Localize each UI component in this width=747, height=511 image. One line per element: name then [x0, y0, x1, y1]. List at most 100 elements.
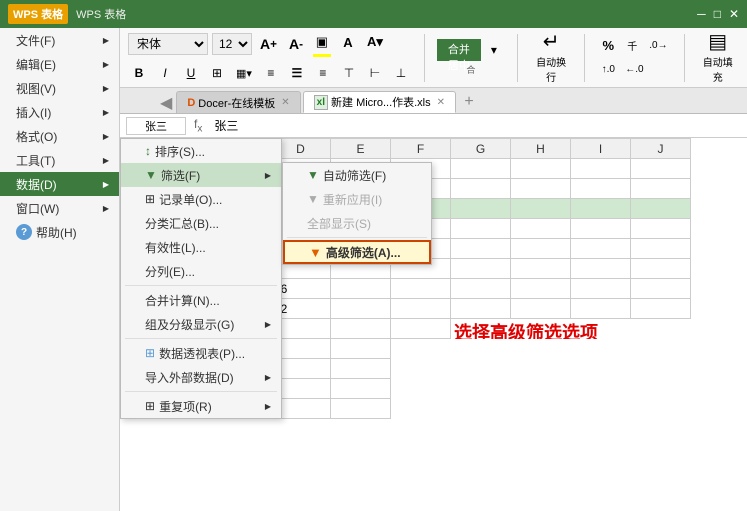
italic-button[interactable]: I	[154, 62, 176, 84]
grid-button[interactable]: ▦▾	[232, 62, 256, 84]
close-icon[interactable]: ✕	[729, 7, 739, 21]
menu-autofilter[interactable]: ▼ 自动筛选(F)	[283, 163, 431, 187]
cell-h2[interactable]	[511, 179, 571, 199]
percent-button[interactable]: %	[597, 35, 619, 57]
menu-format[interactable]: 格式(O) ▶	[0, 124, 119, 148]
col-header-g[interactable]: G	[451, 139, 511, 159]
menu-edit[interactable]: 编辑(E) ▶	[0, 52, 119, 76]
merge-center-button[interactable]: 合并居中	[437, 39, 481, 61]
menu-file[interactable]: 文件(F) ▶	[0, 28, 119, 52]
cell-g8[interactable]	[451, 239, 511, 259]
decrease-decimal-button[interactable]: ←.0	[621, 59, 647, 81]
cell-f10[interactable]	[391, 279, 451, 299]
cell-j9[interactable]	[631, 259, 691, 279]
cell-j11[interactable]	[631, 299, 691, 319]
col-header-f[interactable]: F	[391, 139, 451, 159]
thousands-button[interactable]: 千	[621, 35, 643, 57]
align-top-button[interactable]: ⊤	[338, 62, 360, 84]
cell-i9[interactable]	[571, 259, 631, 279]
auto-fill-button[interactable]: ▤ 自动填充	[696, 34, 739, 82]
cell-e10[interactable]	[331, 279, 391, 299]
tab-docer[interactable]: D Docer-在线模板 ✕	[176, 91, 300, 113]
cell-i11[interactable]	[571, 299, 631, 319]
cell-g11[interactable]	[451, 299, 511, 319]
fill-color-button[interactable]: ▣	[311, 31, 333, 53]
bold-button[interactable]: B	[128, 62, 150, 84]
cell-h10[interactable]	[511, 279, 571, 299]
cell-h[interactable]	[511, 159, 571, 179]
menu-tools[interactable]: 工具(T) ▶	[0, 148, 119, 172]
col-header-e[interactable]: E	[331, 139, 391, 159]
menu-show-all[interactable]: 全部显示(S)	[283, 211, 431, 235]
col-header-h[interactable]: H	[511, 139, 571, 159]
menu-help[interactable]: ? 帮助(H)	[0, 220, 119, 244]
cell-g6[interactable]	[451, 199, 511, 219]
cell-h11[interactable]	[511, 299, 571, 319]
cell-e14[interactable]	[331, 359, 391, 379]
align-center-button[interactable]: ☰	[286, 62, 308, 84]
menu-validation[interactable]: 有效性(L)...	[121, 235, 281, 259]
menu-window[interactable]: 窗口(W) ▶	[0, 196, 119, 220]
cell-j2[interactable]	[631, 179, 691, 199]
cell-j[interactable]	[631, 159, 691, 179]
font-color2-button[interactable]: A▾	[363, 31, 387, 53]
tab-spreadsheet-close[interactable]: ✕	[437, 97, 445, 108]
maximize-icon[interactable]: □	[714, 7, 721, 21]
tab-add-button[interactable]: +	[458, 91, 480, 113]
col-header-j[interactable]: J	[631, 139, 691, 159]
tab-nav-back[interactable]: ◀	[160, 93, 172, 113]
cell-e11[interactable]	[331, 299, 391, 319]
menu-data[interactable]: 数据(D) ▶	[0, 172, 119, 196]
menu-view[interactable]: 视图(V) ▶	[0, 76, 119, 100]
cell-h6[interactable]	[511, 199, 571, 219]
menu-advanced-filter[interactable]: ▼ 高级筛选(A)...	[283, 240, 431, 264]
cell-g9[interactable]	[451, 259, 511, 279]
font-shrink-button[interactable]: A-	[285, 33, 307, 55]
font-color-button[interactable]: A	[337, 31, 359, 53]
menu-external[interactable]: 导入外部数据(D) ▶	[121, 365, 281, 389]
menu-sort[interactable]: ↕ 排序(S)...	[121, 139, 281, 163]
underline-button[interactable]: U	[180, 62, 202, 84]
font-grow-button[interactable]: A+	[256, 33, 281, 55]
cell-i8[interactable]	[571, 239, 631, 259]
cell-g2[interactable]	[451, 179, 511, 199]
cell-g7[interactable]	[451, 219, 511, 239]
cell-i7[interactable]	[571, 219, 631, 239]
menu-duplicate[interactable]: ⊞ 重复项(R) ▶	[121, 394, 281, 418]
cell-f11[interactable]	[391, 299, 451, 319]
align-left-button[interactable]: ≡	[260, 62, 282, 84]
menu-subtotal[interactable]: 分类汇总(B)...	[121, 211, 281, 235]
align-right-button[interactable]: ≡	[312, 62, 334, 84]
cell-e15[interactable]	[331, 379, 391, 399]
menu-split[interactable]: 分列(E)...	[121, 259, 281, 283]
menu-consolidate[interactable]: 合并计算(N)...	[121, 288, 281, 312]
menu-pivot[interactable]: ⊞ 数据透视表(P)...	[121, 341, 281, 365]
cell-h8[interactable]	[511, 239, 571, 259]
align-middle-button[interactable]: ⊢	[364, 62, 386, 84]
formula-input[interactable]	[210, 117, 741, 135]
cell-j8[interactable]	[631, 239, 691, 259]
menu-insert[interactable]: 插入(I) ▶	[0, 100, 119, 124]
cell-e12[interactable]	[331, 319, 391, 339]
tab-spreadsheet[interactable]: xl 新建 Micro...作表.xls ✕	[303, 91, 456, 113]
number-format-button[interactable]: ↑.0	[597, 59, 619, 81]
cell-h9[interactable]	[511, 259, 571, 279]
increase-decimal-button[interactable]: .0→	[645, 35, 671, 57]
font-size-select[interactable]: 12	[212, 33, 252, 55]
cell-g[interactable]	[451, 159, 511, 179]
cell-g10[interactable]	[451, 279, 511, 299]
font-name-select[interactable]: 宋体	[128, 33, 208, 55]
menu-reapply[interactable]: ▼ 重新应用(I)	[283, 187, 431, 211]
cell-e16[interactable]	[331, 399, 391, 419]
cell-i2[interactable]	[571, 179, 631, 199]
cell-j10[interactable]	[631, 279, 691, 299]
border-button[interactable]: ⊞	[206, 62, 228, 84]
cell-e13[interactable]	[331, 339, 391, 359]
cell-i[interactable]	[571, 159, 631, 179]
tab-docer-close[interactable]: ✕	[281, 97, 289, 108]
cell-h7[interactable]	[511, 219, 571, 239]
auto-wrap-button[interactable]: ↵ 自动换行	[530, 34, 573, 82]
menu-filter[interactable]: ▼ 筛选(F) ▶	[121, 163, 281, 187]
col-header-i[interactable]: I	[571, 139, 631, 159]
cell-i10[interactable]	[571, 279, 631, 299]
